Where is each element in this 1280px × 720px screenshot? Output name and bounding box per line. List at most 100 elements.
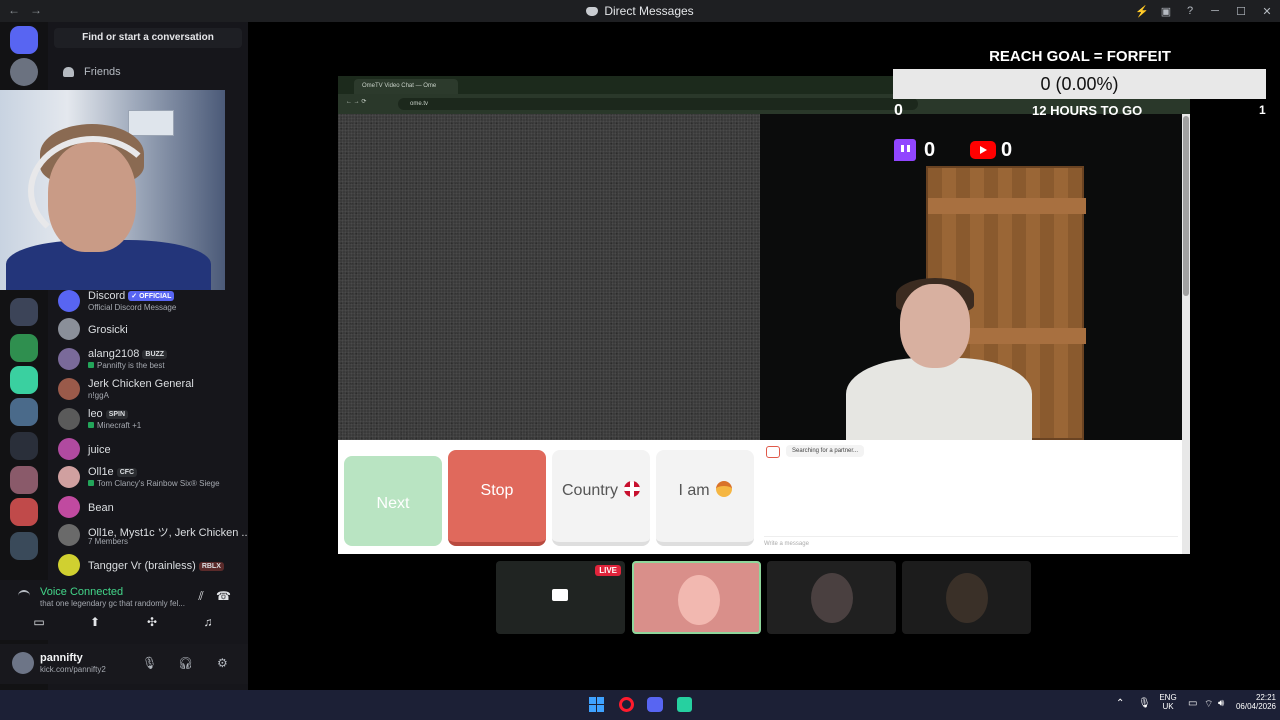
server-icon[interactable] [10,532,38,560]
address-bar[interactable]: ome.tv [398,98,918,110]
participant-avatar [811,573,853,623]
boy-emoji-icon [715,481,732,497]
dm-name: Oll1e [88,466,114,478]
home-button[interactable] [10,26,38,54]
language-indicator[interactable]: ENG UK [1156,693,1180,711]
screen-share-icon [552,589,568,601]
noise-suppression-icon[interactable]: ⫽ [194,590,208,602]
minimize-button[interactable]: ─ [1202,5,1228,17]
dm-subtext: 7 Members [88,537,129,546]
twitch-icon [894,139,916,161]
dm-item-group[interactable]: Oll1e, Myst1c ツ, Jerk Chicken ... 7 Memb… [58,522,251,550]
dm-item[interactable]: juice [58,436,248,464]
close-button[interactable]: ✕ [1254,5,1280,18]
friends-label: Friends [84,66,121,78]
participant-tile[interactable] [767,561,896,634]
disconnect-icon[interactable]: ☎ [216,590,231,602]
dm-item[interactable]: Jerk Chicken General n!ggA [58,376,248,404]
group-avatar [58,524,80,546]
dm-item[interactable]: Bean [58,494,248,522]
inbox-icon[interactable]: ▣ [1154,5,1178,18]
network-icon[interactable]: ▭ [1188,698,1197,709]
next-button[interactable]: Next [344,456,442,546]
server-icon[interactable] [10,334,38,362]
clan-tag: BUZZ [142,350,168,359]
dm-subtext: Pannifty is the best [97,361,165,370]
server-icon[interactable] [10,498,38,526]
user-status: kick.com/pannifty2 [40,665,106,674]
ometv-page: Next Stop Country I am Searching for a p… [338,114,1190,554]
server-icon[interactable] [10,466,38,494]
i-am-label: I am [678,482,710,499]
server-icon[interactable] [10,58,38,86]
user-avatar[interactable] [12,652,34,674]
participant-tile[interactable] [902,561,1031,634]
stop-button[interactable]: Stop [448,450,546,546]
participant-avatar [946,573,988,623]
server-icon[interactable] [10,366,38,394]
dm-item[interactable]: Oll1e CFC Tom Clancy's Rainbow Six® Siege [58,464,248,492]
self-video [760,114,1182,440]
server-icon[interactable] [10,298,38,326]
avatar [58,318,80,340]
twitch-count: 0 [924,139,936,161]
dm-subtext: Official Discord Message [88,303,177,312]
chat-status-message: Searching for a partner... [786,445,865,457]
live-badge: LIVE [595,565,621,576]
clan-tag: RBLX [198,562,224,571]
help-icon[interactable]: ? [1178,5,1202,17]
discord-taskbar-icon[interactable] [647,697,663,712]
friends-nav-item[interactable]: Friends [54,62,242,82]
dm-item[interactable]: leo SPIN Minecraft +1 [58,406,248,434]
headphones-icon[interactable]: 🎧︎ [178,656,193,670]
user-name[interactable]: pannifty [40,652,83,664]
server-icon[interactable] [10,398,38,426]
avatar [58,348,80,370]
chat-input[interactable]: Write a message [764,536,1178,550]
browser-window: OmeTV Video Chat — Ome ← → ⟳ ome.tv Next… [338,76,1190,554]
activities-icon[interactable]: ✣ [145,616,159,628]
chat-controls: Next Stop Country I am [338,440,760,554]
dm-item[interactable]: Grosicki [58,316,248,344]
search-input[interactable]: Find or start a conversation [54,28,242,48]
soundboard-icon[interactable]: ♫ [201,616,215,628]
microphone-icon[interactable]: 🎙︎ [142,656,157,670]
avatar [58,290,80,312]
dm-item[interactable]: Tangger Vr (brainless) RBLX [58,552,248,580]
clock[interactable]: 22:21 06/04/2026 [1224,693,1276,711]
nitro-icon[interactable]: ⚡ [1130,5,1154,18]
windows-start-icon[interactable] [589,697,604,712]
i-am-button[interactable]: I am [656,450,754,546]
participant-tile-stream[interactable]: LIVE [496,561,625,634]
voice-channel[interactable]: that one legendary gc that randomly fel.… [40,599,185,608]
voice-status[interactable]: Voice Connected [40,586,123,598]
dm-name: Bean [88,502,114,514]
server-icon[interactable] [10,432,38,460]
browser-tab[interactable]: OmeTV Video Chat — Ome [354,79,458,94]
goal-min: 0 [894,102,903,119]
app-taskbar-icon[interactable] [677,697,692,712]
windows-taskbar [0,690,1280,720]
country-label: Country [561,482,619,499]
opera-gx-icon[interactable] [619,697,634,712]
camera-off-icon[interactable]: ▭ [32,616,46,628]
avatar [58,438,80,460]
dm-subtext: n!ggA [88,391,109,400]
page-scrollbar[interactable] [1182,114,1190,554]
nav-arrows-icon[interactable]: ← → ⟳ [346,98,366,105]
dm-item-discord[interactable]: Discord ✓ OFFICIAL Official Discord Messa… [58,288,248,316]
youtube-icon [970,141,996,159]
goal-max: 1 [1259,103,1266,117]
game-icon [88,480,94,486]
dm-item[interactable]: alang2108 BUZZ Pannifty is the best [58,346,248,374]
tray-mic-icon[interactable]: 🎙︎ [1138,698,1151,709]
settings-gear-icon[interactable]: ⚙ [217,656,228,670]
screen-share-icon[interactable]: ⬆ [88,616,102,628]
participant-tile-speaking[interactable] [632,561,761,634]
signal-icon [18,590,30,600]
country-button[interactable]: Country [552,450,650,546]
tray-chevron-icon[interactable]: ⌃ [1116,698,1124,709]
maximize-button[interactable]: ☐ [1228,5,1254,18]
clock-time: 22:21 [1255,693,1276,702]
wifi-icon[interactable]: ⌔ [1204,698,1213,711]
